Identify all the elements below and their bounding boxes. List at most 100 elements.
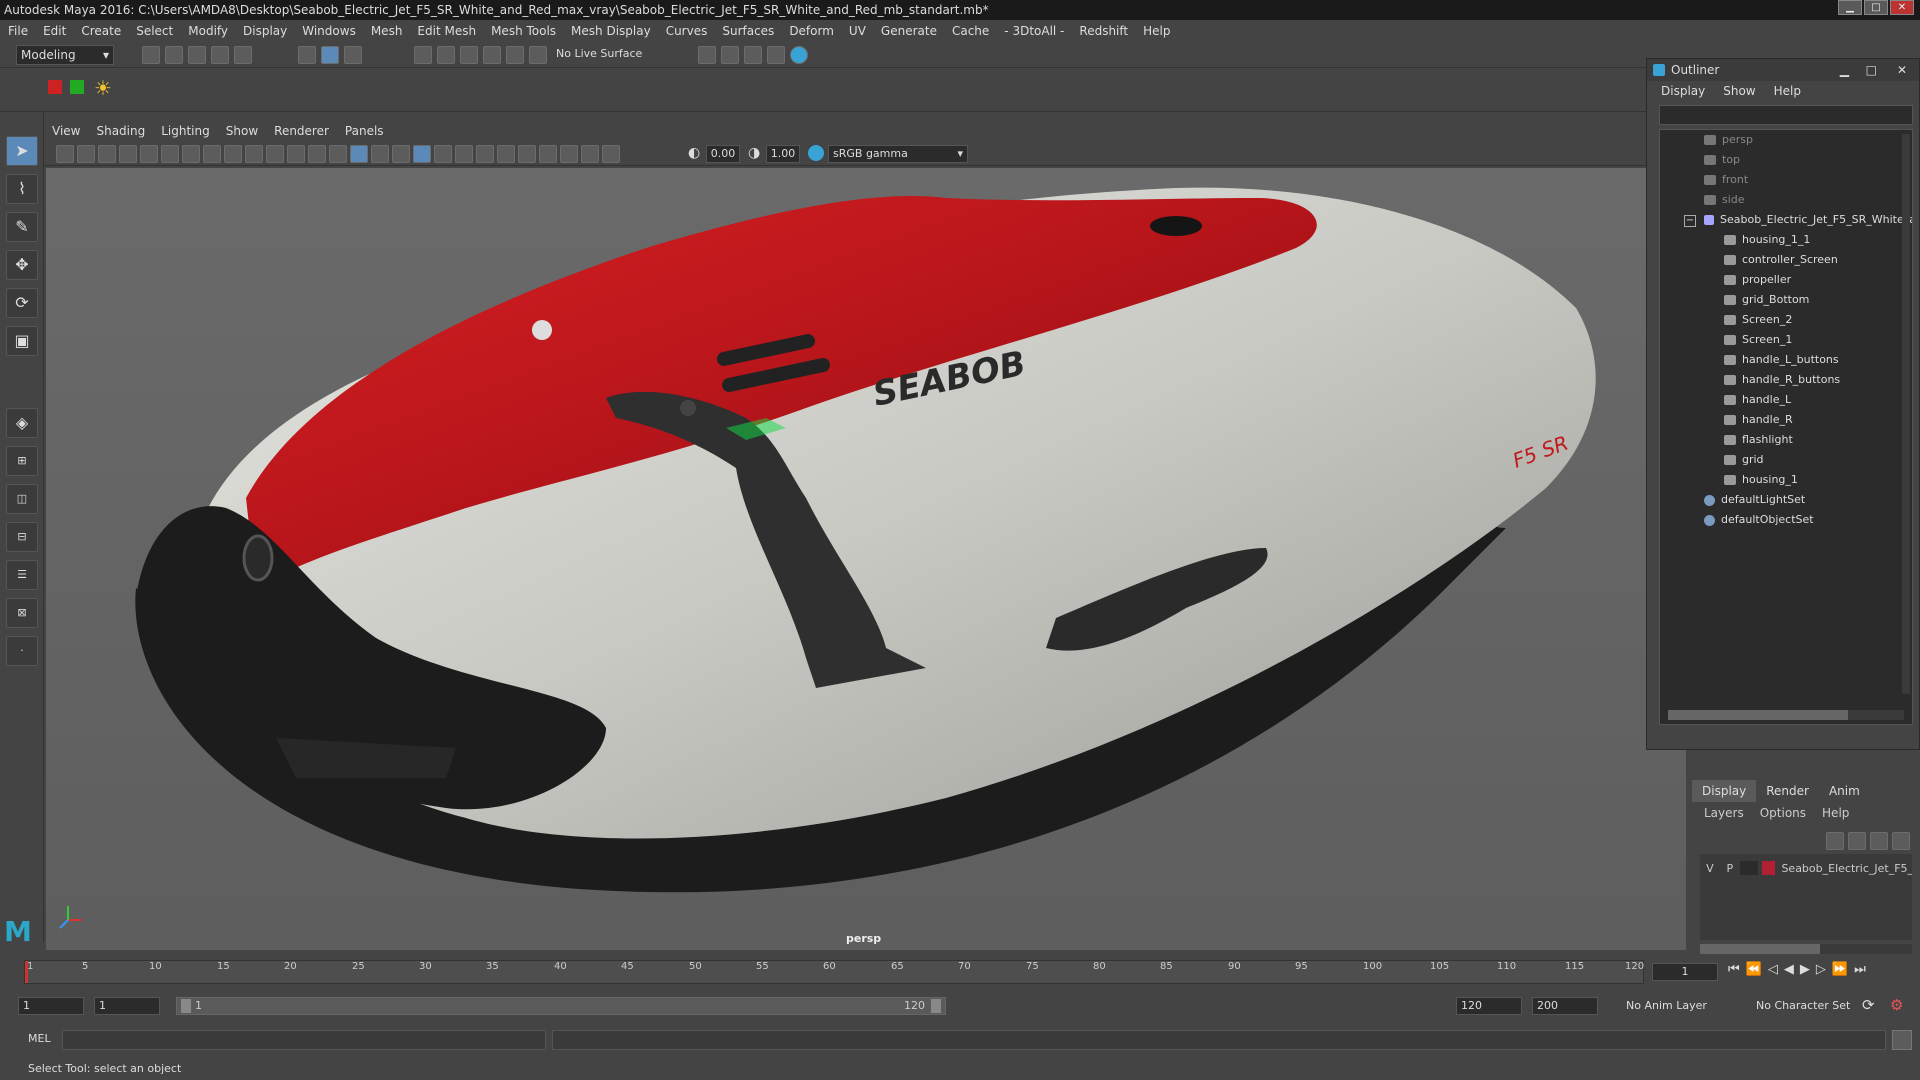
outliner-menu-show[interactable]: Show xyxy=(1723,84,1755,98)
select-hierarchy-icon[interactable] xyxy=(298,46,316,64)
menu-help[interactable]: Help xyxy=(1143,24,1170,38)
green-light-icon[interactable] xyxy=(70,80,84,94)
outliner-menu-display[interactable]: Display xyxy=(1661,84,1705,98)
menu-display[interactable]: Display xyxy=(243,24,287,38)
tree-item-child[interactable]: propeller xyxy=(1724,270,1791,290)
rotate-tool-icon[interactable]: ⟳ xyxy=(6,288,38,318)
undo-icon[interactable] xyxy=(211,46,229,64)
layer-type-toggle[interactable] xyxy=(1739,861,1758,875)
single-pane-layout-icon[interactable]: ◈ xyxy=(6,408,38,438)
step-back-key-icon[interactable]: ⏪ xyxy=(1746,962,1762,977)
menu-generate[interactable]: Generate xyxy=(881,24,937,38)
layer-row[interactable]: V P Seabob_Electric_Jet_F5_ xyxy=(1700,858,1912,878)
tree-item-child[interactable]: Screen_1 xyxy=(1724,330,1792,350)
tree-item-side[interactable]: side xyxy=(1704,190,1745,210)
outliner-close-icon[interactable]: ✕ xyxy=(1897,59,1907,81)
step-forward-key-icon[interactable]: ⏩ xyxy=(1832,962,1848,977)
layer-playback-toggle[interactable]: P xyxy=(1720,862,1740,875)
move-tool-icon[interactable]: ✥ xyxy=(6,250,38,280)
anti-aliasing-icon[interactable] xyxy=(497,145,515,163)
ipr-render-icon[interactable] xyxy=(744,46,762,64)
tree-item-child[interactable]: controller_Screen xyxy=(1724,250,1838,270)
safe-action-icon[interactable] xyxy=(287,145,305,163)
tree-item-child[interactable]: housing_1_1 xyxy=(1724,230,1810,250)
camera-select-icon[interactable] xyxy=(56,145,74,163)
outliner-menu-help[interactable]: Help xyxy=(1774,84,1801,98)
play-forward-icon[interactable]: ▶ xyxy=(1800,962,1810,977)
tree-item-child[interactable]: flashlight xyxy=(1724,430,1793,450)
layer-name[interactable]: Seabob_Electric_Jet_F5_ xyxy=(1781,862,1912,875)
two-d-pan-icon[interactable] xyxy=(140,145,158,163)
tree-item-top[interactable]: top xyxy=(1704,150,1740,170)
menu-surfaces[interactable]: Surfaces xyxy=(722,24,774,38)
field-chart-icon[interactable] xyxy=(266,145,284,163)
menu-uv[interactable]: UV xyxy=(849,24,866,38)
time-ruler[interactable]: 1 5 10 15 20 25 30 35 40 45 50 55 60 65 … xyxy=(24,960,1644,984)
character-set-select[interactable]: No Character Set xyxy=(1756,999,1850,1012)
tree-item-child[interactable]: housing_1 xyxy=(1724,470,1798,490)
menu-create[interactable]: Create xyxy=(81,24,121,38)
layer-hscrollbar[interactable] xyxy=(1700,944,1912,954)
smooth-shade-icon[interactable] xyxy=(350,145,368,163)
exposure-field[interactable]: 0.00 xyxy=(706,145,740,163)
outliner-tree[interactable]: persp top front side − Seabob_Electric_Je… xyxy=(1659,129,1913,725)
go-to-start-icon[interactable]: ⏮ xyxy=(1728,962,1740,977)
isolate-select-icon[interactable] xyxy=(539,145,557,163)
script-editor-icon[interactable] xyxy=(1892,1030,1912,1050)
menu-deform[interactable]: Deform xyxy=(789,24,834,38)
tree-item-front[interactable]: front xyxy=(1704,170,1748,190)
layer-menu-layers[interactable]: Layers xyxy=(1704,806,1744,820)
xray-components-icon[interactable] xyxy=(602,145,620,163)
tree-item-child[interactable]: handle_R xyxy=(1724,410,1793,430)
textured-icon[interactable] xyxy=(392,145,410,163)
tree-item-persp[interactable]: persp xyxy=(1704,130,1753,150)
wireframe-icon[interactable] xyxy=(329,145,347,163)
grid-toggle-icon[interactable] xyxy=(182,145,200,163)
shadows-icon[interactable] xyxy=(434,145,452,163)
layer-menu-options[interactable]: Options xyxy=(1760,806,1806,820)
new-layer-icon[interactable] xyxy=(1870,832,1888,850)
outliner-hscrollbar[interactable] xyxy=(1668,710,1904,720)
menu-curves[interactable]: Curves xyxy=(666,24,708,38)
move-layer-down-icon[interactable] xyxy=(1848,832,1866,850)
tab-render[interactable]: Render xyxy=(1756,780,1819,802)
menu-3dtoall[interactable]: - 3DtoAll - xyxy=(1004,24,1064,38)
film-gate-icon[interactable] xyxy=(203,145,221,163)
range-end-handle[interactable] xyxy=(931,999,941,1013)
outliner-minimize-icon[interactable]: ▁ xyxy=(1840,59,1849,81)
camera-attributes-icon[interactable] xyxy=(77,145,95,163)
menu-mesh-tools[interactable]: Mesh Tools xyxy=(491,24,556,38)
outliner-search-input[interactable] xyxy=(1659,105,1913,125)
menu-redshift[interactable]: Redshift xyxy=(1079,24,1128,38)
tree-item-child[interactable]: Screen_2 xyxy=(1724,310,1792,330)
anim-layer-select[interactable]: No Anim Layer xyxy=(1626,999,1707,1012)
maximize-button[interactable]: □ xyxy=(1864,0,1888,15)
command-input[interactable] xyxy=(62,1030,546,1050)
panel-menu-shading[interactable]: Shading xyxy=(96,124,145,138)
viewport-persp[interactable]: SEABOB F5 SR persp xyxy=(46,168,1686,950)
tree-item-child[interactable]: handle_R_buttons xyxy=(1724,370,1840,390)
hypershade-icon[interactable] xyxy=(790,46,808,64)
panel-menu-show[interactable]: Show xyxy=(226,124,258,138)
colorspace-select[interactable]: sRGB gamma ▾ xyxy=(828,145,968,163)
command-language-label[interactable]: MEL xyxy=(28,1032,51,1045)
outliner-hscroll-thumb[interactable] xyxy=(1668,710,1848,720)
snap-grid-icon[interactable] xyxy=(414,46,432,64)
select-tool-icon[interactable]: ➤ xyxy=(6,136,38,166)
panel-menu-renderer[interactable]: Renderer xyxy=(274,124,329,138)
gate-mask-icon[interactable] xyxy=(245,145,263,163)
menu-cache[interactable]: Cache xyxy=(952,24,989,38)
snap-curve-icon[interactable] xyxy=(437,46,455,64)
menu-edit-mesh[interactable]: Edit Mesh xyxy=(417,24,476,38)
wireframe-on-shaded-icon[interactable] xyxy=(371,145,389,163)
four-pane-layout-icon[interactable]: ⊞ xyxy=(6,446,38,476)
tree-item-group[interactable]: − Seabob_Electric_Jet_F5_SR_White_a xyxy=(1684,210,1912,230)
tree-item-child[interactable]: grid_Bottom xyxy=(1724,290,1809,310)
snap-point-icon[interactable] xyxy=(460,46,478,64)
resolution-gate-icon[interactable] xyxy=(224,145,242,163)
tree-item-set[interactable]: defaultLightSet xyxy=(1704,490,1805,510)
red-light-icon[interactable] xyxy=(48,80,62,94)
range-bar[interactable]: 1 120 xyxy=(176,997,946,1015)
tab-anim[interactable]: Anim xyxy=(1819,780,1870,802)
select-component-icon[interactable] xyxy=(344,46,362,64)
